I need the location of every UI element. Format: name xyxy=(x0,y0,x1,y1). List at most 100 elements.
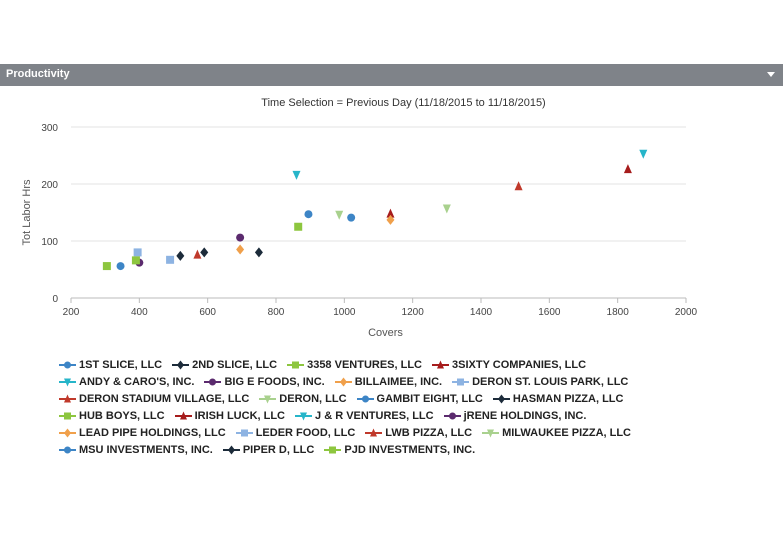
legend-item[interactable]: PJD INVESTMENTS, INC. xyxy=(324,442,475,459)
legend-item[interactable]: GAMBIT EIGHT, LLC xyxy=(356,391,483,408)
legend-marker[interactable] xyxy=(240,429,248,437)
legend-marker[interactable] xyxy=(64,428,71,438)
legend-label: ANDY & CARO'S, INC. xyxy=(79,376,195,388)
legend-label: MSU INVESTMENTS, INC. xyxy=(79,444,213,456)
legend-row: HUB BOYS, LLC IRISH LUCK, LLC J & R VENTUR… xyxy=(59,408,759,425)
legend-item[interactable]: HUB BOYS, LLC xyxy=(59,408,165,425)
data-point[interactable] xyxy=(347,213,356,222)
x-tick-label: 2000 xyxy=(675,307,698,318)
legend-label: DERON STADIUM VILLAGE, LLC xyxy=(79,393,250,405)
legend-marker-icon xyxy=(482,429,500,438)
legend-marker[interactable] xyxy=(292,361,300,369)
panel-header: Productivity xyxy=(0,64,783,86)
legend-marker-icon xyxy=(295,412,313,421)
legend-item[interactable]: ANDY & CARO'S, INC. xyxy=(59,374,194,391)
legend-label: 1ST SLICE, LLC xyxy=(79,359,163,371)
data-point[interactable] xyxy=(294,222,303,231)
legend-item[interactable]: jRENE HOLDINGS, INC. xyxy=(443,408,587,425)
legend-marker[interactable] xyxy=(209,378,217,386)
legend-item[interactable]: 3SIXTY COMPANIES, LLC xyxy=(432,357,586,374)
legend-marker-icon xyxy=(365,428,383,437)
x-tick-label: 1200 xyxy=(402,307,425,318)
legend-marker-icon xyxy=(59,428,76,438)
legend-marker[interactable] xyxy=(448,412,456,420)
legend-item[interactable]: HASMAN PIZZA, LLC xyxy=(492,391,623,408)
legend-row: LEAD PIPE HOLDINGS, LLC LEDER FOOD, LLC LW… xyxy=(59,425,759,442)
data-point[interactable] xyxy=(304,210,313,219)
x-tick-label: 1000 xyxy=(333,307,356,318)
y-axis-label: Tot Labor Hrs xyxy=(21,179,33,246)
legend-marker-icon xyxy=(259,395,277,404)
y-tick-label: 200 xyxy=(41,180,58,191)
legend-item[interactable]: MSU INVESTMENTS, INC. xyxy=(59,442,213,459)
legend-item[interactable]: DERON, LLC xyxy=(259,391,347,408)
legend-label: DERON ST. LOUIS PARK, LLC xyxy=(472,376,629,388)
y-tick-label: 300 xyxy=(41,123,58,134)
legend-marker[interactable] xyxy=(497,394,505,404)
panel-title: Productivity xyxy=(6,68,70,80)
x-tick-label: 800 xyxy=(268,307,285,318)
legend-item[interactable]: 2ND SLICE, LLC xyxy=(172,357,277,374)
data-point[interactable] xyxy=(176,250,185,261)
legend-item[interactable]: DERON ST. LOUIS PARK, LLC xyxy=(452,374,628,391)
scatter-chart: Time Selection = Previous Day (11/18/201… xyxy=(21,97,698,339)
legend-marker-icon xyxy=(59,446,76,454)
legend-item[interactable]: DERON STADIUM VILLAGE, LLC xyxy=(59,391,249,408)
data-point[interactable] xyxy=(133,248,142,257)
legend-item[interactable]: IRISH LUCK, LLC xyxy=(174,408,285,425)
data-point[interactable] xyxy=(131,256,140,265)
data-point[interactable] xyxy=(623,164,632,174)
data-point[interactable] xyxy=(236,233,245,242)
legend-item[interactable]: MILWAUKEE PIZZA, LLC xyxy=(482,425,631,442)
data-point[interactable] xyxy=(236,244,245,255)
data-point[interactable] xyxy=(166,255,175,264)
legend-label: BILLAIMEE, INC. xyxy=(354,376,443,388)
legend-item[interactable]: LWB PIZZA, LLC xyxy=(365,425,472,442)
legend-marker[interactable] xyxy=(64,412,71,420)
legend-marker[interactable] xyxy=(227,445,235,455)
legend-row: 1ST SLICE, LLC 2ND SLICE, LLC 3358 VENTURE… xyxy=(59,357,759,374)
legend-label: LEDER FOOD, LLC xyxy=(255,427,356,439)
y-tick-label: 0 xyxy=(52,294,58,305)
legend-item[interactable]: PIPER D, LLC xyxy=(222,442,315,459)
data-point[interactable] xyxy=(193,249,202,259)
legend-marker-icon xyxy=(59,378,76,387)
legend-marker[interactable] xyxy=(64,361,71,369)
legend-item[interactable]: BILLAIMEE, INC. xyxy=(334,374,443,391)
legend-label: PIPER D, LLC xyxy=(242,444,315,456)
legend-marker-icon xyxy=(174,411,192,420)
data-point[interactable] xyxy=(116,262,125,271)
legend-row: ANDY & CARO'S, INC. BIG E FOODS, INC. BILL… xyxy=(59,374,759,391)
data-point[interactable] xyxy=(442,204,451,214)
legend-item[interactable]: J & R VENTURES, LLC xyxy=(295,408,434,425)
legend-label: 2ND SLICE, LLC xyxy=(192,359,278,371)
legend-label: LEAD PIPE HOLDINGS, LLC xyxy=(79,427,226,439)
legend-marker[interactable] xyxy=(361,395,369,403)
data-point[interactable] xyxy=(200,247,209,258)
legend-marker-icon xyxy=(59,361,76,369)
data-point[interactable] xyxy=(254,247,263,258)
data-point[interactable] xyxy=(335,210,344,220)
legend-item[interactable]: LEDER FOOD, LLC xyxy=(235,425,356,442)
legend-item[interactable]: 1ST SLICE, LLC xyxy=(59,357,162,374)
data-point[interactable] xyxy=(514,181,523,191)
data-point[interactable] xyxy=(292,170,301,180)
legend-item[interactable]: LEAD PIPE HOLDINGS, LLC xyxy=(59,425,226,442)
legend-label: jRENE HOLDINGS, INC. xyxy=(463,410,587,422)
legend-marker[interactable] xyxy=(339,377,347,387)
x-tick-label: 200 xyxy=(63,307,80,318)
data-point[interactable] xyxy=(102,262,111,271)
data-point[interactable] xyxy=(639,149,648,159)
collapse-chevron-down-icon[interactable] xyxy=(765,68,777,80)
legend-marker[interactable] xyxy=(329,446,337,454)
legend-item[interactable]: 3358 VENTURES, LLC xyxy=(287,357,422,374)
legend-marker-icon xyxy=(222,445,240,455)
legend-item[interactable]: BIG E FOODS, INC. xyxy=(204,374,325,391)
legend-marker[interactable] xyxy=(177,360,185,370)
legend-marker[interactable] xyxy=(64,446,71,454)
legend-label: BIG E FOODS, INC. xyxy=(224,376,325,388)
legend-marker-icon xyxy=(452,378,470,386)
legend-label: DERON, LLC xyxy=(279,393,347,405)
legend-marker-icon xyxy=(443,412,461,420)
legend-marker[interactable] xyxy=(457,378,465,386)
